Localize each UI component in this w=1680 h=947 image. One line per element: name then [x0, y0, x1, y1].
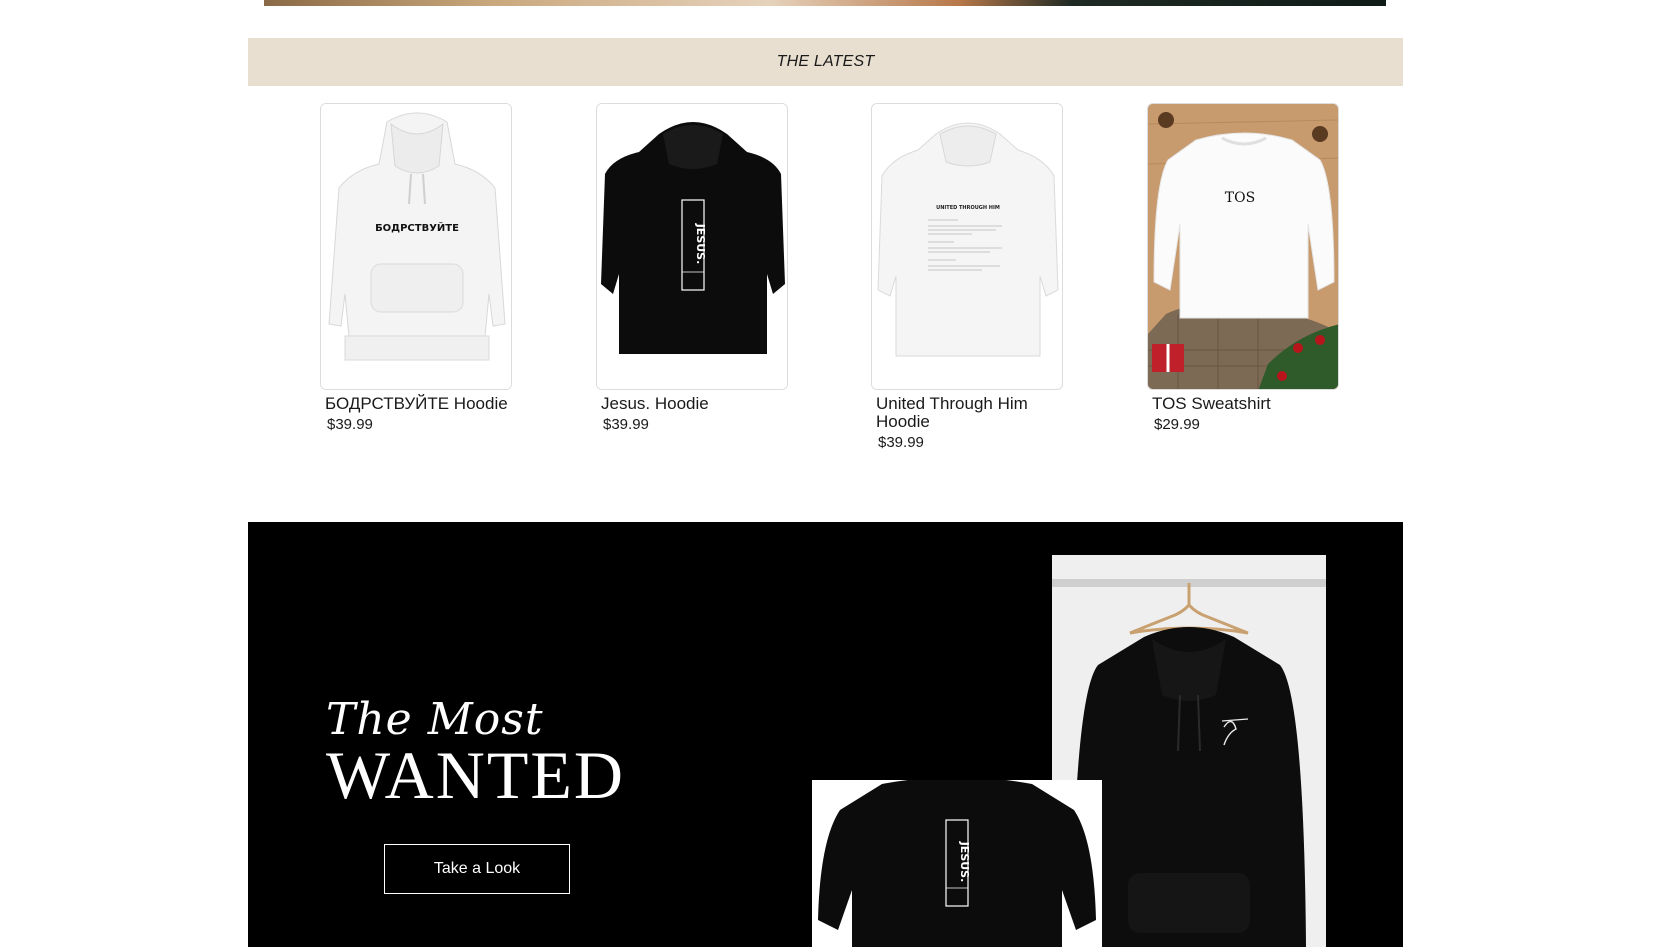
product-print-text: JESUS. [694, 223, 707, 265]
product-price: $29.99 [1154, 416, 1200, 433]
latest-section-header: THE LATEST [248, 38, 1403, 86]
product-price: $39.99 [603, 416, 649, 433]
product-image[interactable]: UNITED THROUGH HIM [871, 103, 1063, 390]
product-card[interactable]: JESUS. Jesus. Hoodie $39.99 [596, 103, 796, 433]
product-name[interactable]: United Through Him Hoodie [871, 395, 1071, 431]
hero-banner-edge [264, 0, 1386, 6]
product-card[interactable]: TOS TOS Sweatshirt $29.99 [1147, 103, 1347, 433]
most-wanted-section: The Most WANTED Take a Look JESUS. [248, 522, 1403, 947]
product-price: $39.99 [878, 434, 924, 451]
take-a-look-button[interactable]: Take a Look [384, 844, 570, 894]
jesus-hoodie-image: JESUS. [812, 780, 1102, 947]
product-print-text: БОДРСТВУЙТЕ [375, 221, 459, 234]
jesus-print-text: JESUS. [958, 841, 971, 883]
product-name[interactable]: БОДРСТВУЙТЕ Hoodie [320, 395, 520, 413]
product-image[interactable]: БОДРСТВУЙТЕ [320, 103, 512, 390]
product-name[interactable]: Jesus. Hoodie [596, 395, 796, 413]
latest-heading: THE LATEST [776, 53, 875, 70]
product-price: $39.99 [327, 416, 373, 433]
product-card[interactable]: UNITED THROUGH HIM United Through Him Ho… [871, 103, 1071, 451]
most-wanted-title: WANTED [326, 737, 626, 813]
product-card[interactable]: БОДРСТВУЙТЕ БОДРСТВУЙТЕ Hoodie $39.99 [320, 103, 520, 433]
product-image[interactable]: JESUS. [596, 103, 788, 390]
product-image[interactable]: TOS [1147, 103, 1339, 390]
product-name[interactable]: TOS Sweatshirt [1147, 395, 1347, 413]
product-print-text: UNITED THROUGH HIM [936, 205, 1000, 211]
product-print-text: TOS [1225, 190, 1255, 206]
